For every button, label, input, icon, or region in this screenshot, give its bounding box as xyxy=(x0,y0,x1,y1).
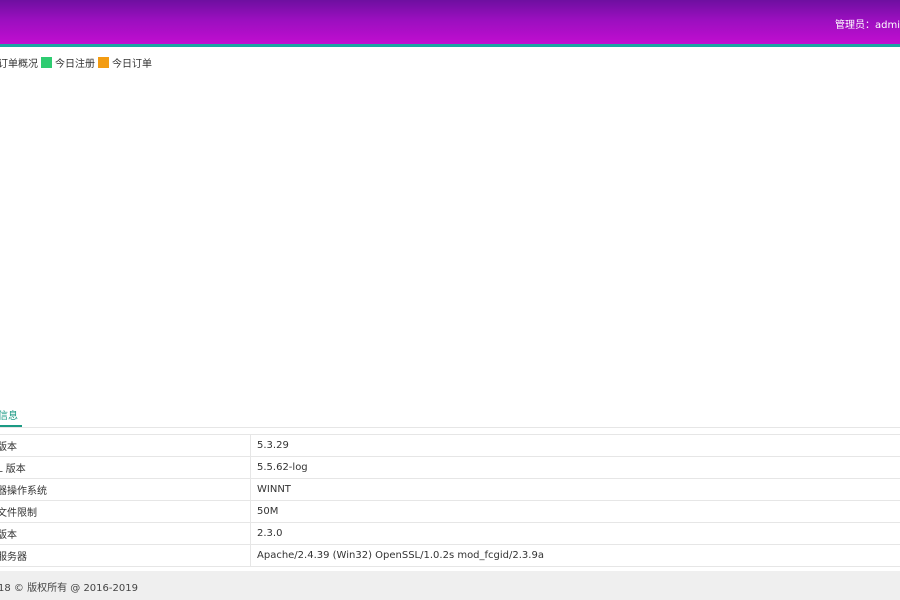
legend-swatch-registrations[interactable] xyxy=(41,57,52,68)
info-value: 5.3.29 xyxy=(250,434,900,457)
info-value: 50M xyxy=(250,500,900,523)
info-key-cell: L 版本 xyxy=(0,456,251,479)
legend-label-registrations[interactable]: 今日注册 xyxy=(55,55,95,70)
info-key: 文件限制 xyxy=(0,508,37,519)
tab-divider xyxy=(0,427,900,428)
footer: 18 © 版权所有 @ 2016-2019 xyxy=(0,571,900,600)
info-key-cell: 器操作系统 xyxy=(0,478,251,501)
info-key-cell: 版本 xyxy=(0,434,251,457)
info-value: Apache/2.4.39 (Win32) OpenSSL/1.0.2s mod… xyxy=(250,544,900,567)
info-key-cell: 文件限制 xyxy=(0,500,251,523)
chart-legend: 订单概况 今日注册 今日订单 xyxy=(0,55,152,70)
info-key: 服务器 xyxy=(0,552,27,563)
top-header: 管理员：admin xyxy=(0,0,900,44)
table-row: 版本 5.3.29 xyxy=(0,434,900,457)
info-key: L 版本 xyxy=(0,464,26,475)
order-overview-chart xyxy=(0,75,900,395)
admin-user-label[interactable]: 管理员：admin xyxy=(835,16,900,31)
copyright-text: 18 © 版权所有 @ 2016-2019 xyxy=(0,583,138,594)
legend-label-orders[interactable]: 今日订单 xyxy=(112,55,152,70)
info-value: 5.5.62-log xyxy=(250,456,900,479)
legend-swatch-orders[interactable] xyxy=(98,57,109,68)
table-row: 文件限制 50M xyxy=(0,500,900,523)
info-key-cell: 服务器 xyxy=(0,544,251,567)
info-key-cell: 版本 xyxy=(0,522,251,545)
table-row: 版本 2.3.0 xyxy=(0,522,900,545)
info-key: 器操作系统 xyxy=(0,486,47,497)
table-row: 服务器 Apache/2.4.39 (Win32) OpenSSL/1.0.2s … xyxy=(0,544,900,567)
info-key: 版本 xyxy=(0,530,17,541)
info-key: 版本 xyxy=(0,442,17,453)
info-value: WINNT xyxy=(250,478,900,501)
table-row: L 版本 5.5.62-log xyxy=(0,456,900,479)
tab-info[interactable]: 信息 xyxy=(0,407,18,422)
table-row: 器操作系统 WINNT xyxy=(0,478,900,501)
system-info-table: 版本5.3.29L 版本5.5.62-log器操作系统WINNT文件限制50M版… xyxy=(0,434,900,567)
header-accent-line xyxy=(0,44,900,47)
info-value: 2.3.0 xyxy=(250,522,900,545)
chart-title: 订单概况 xyxy=(0,59,38,70)
